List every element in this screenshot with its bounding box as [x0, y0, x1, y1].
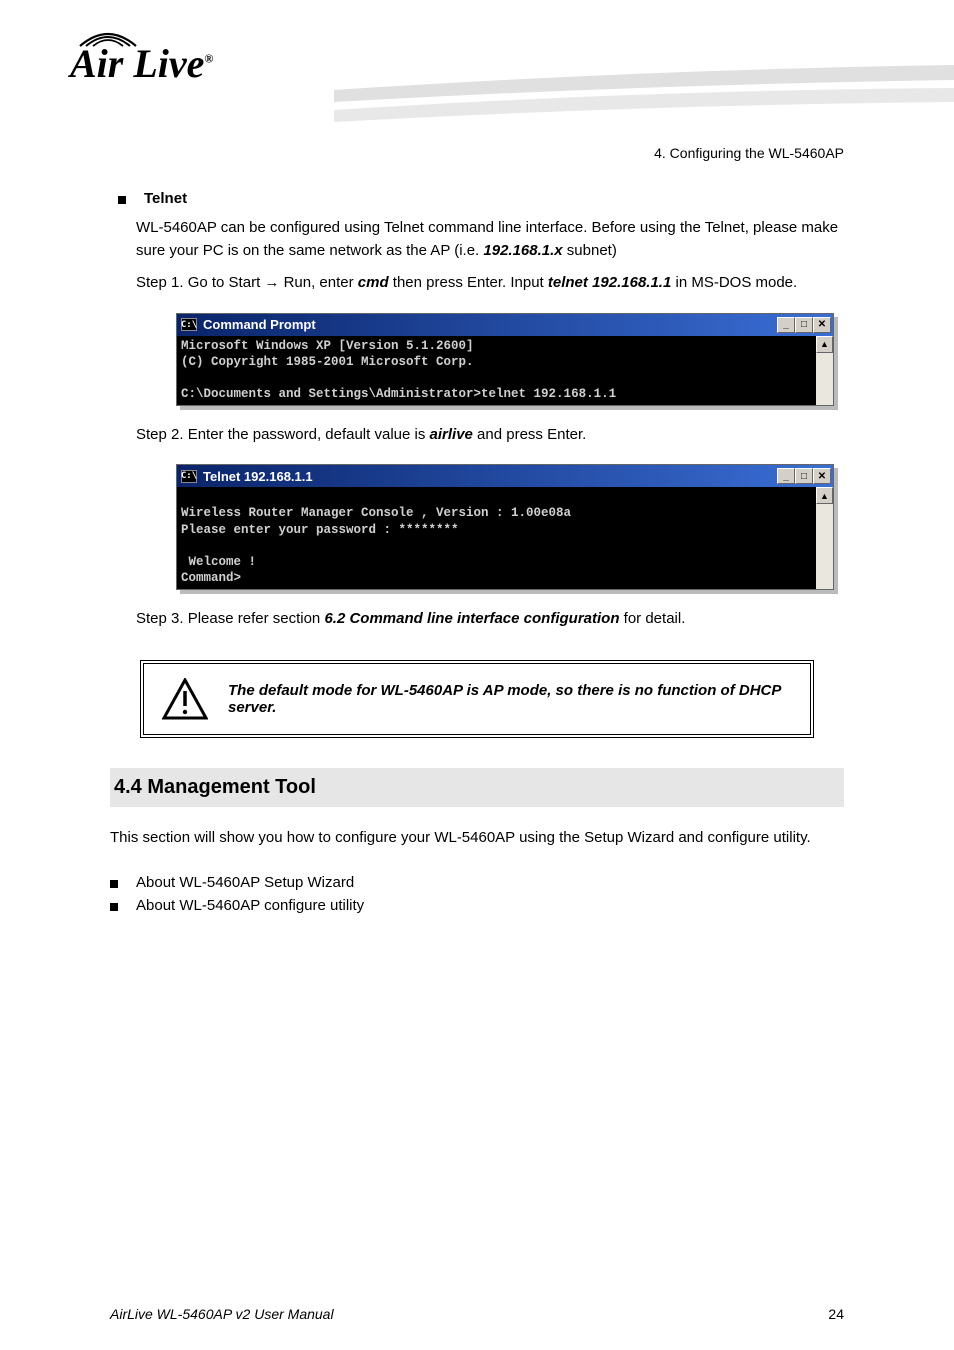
step-3: Step 3. Please refer section 6.2 Command… [136, 608, 844, 631]
close-button[interactable]: ✕ [813, 317, 831, 333]
minimize-button[interactable]: _ [777, 468, 795, 484]
bullet-label: About WL-5460AP configure utility [136, 897, 364, 914]
scroll-up-icon[interactable]: ▲ [816, 336, 833, 353]
bullet-telnet: Telnet [118, 190, 844, 207]
cmd-window-1: C:\ Command Prompt _ □ ✕ Microsoft Windo… [176, 313, 834, 406]
scroll-up-icon[interactable]: ▲ [816, 487, 833, 504]
cmd-output: Wireless Router Manager Console , Versio… [177, 487, 816, 589]
page-footer: AirLive WL-5460AP v2 User Manual 24 [0, 1306, 954, 1322]
page-content: Telnet WL-5460AP can be configured using… [0, 190, 954, 914]
airlive-logo: Air Live® [70, 40, 213, 87]
cmd-title: Command Prompt [203, 317, 777, 332]
warning-text: The default mode for WL-5460AP is AP mod… [228, 682, 792, 716]
section-heading: 4.4 Management Tool [110, 768, 844, 807]
warning-box: The default mode for WL-5460AP is AP mod… [140, 660, 814, 738]
page-number: 24 [828, 1306, 844, 1322]
telnet-intro: WL-5460AP can be configured using Telnet… [136, 217, 844, 262]
cmd-icon: C:\ [181, 318, 197, 331]
warning-triangle-icon [162, 678, 208, 720]
step-2: Step 2. Enter the password, default valu… [136, 424, 844, 447]
cmd-output: Microsoft Windows XP [Version 5.1.2600] … [177, 336, 816, 405]
bullet-config: About WL-5460AP configure utility [110, 897, 844, 914]
scrollbar[interactable]: ▲ [816, 336, 833, 405]
bullet-label: Telnet [144, 190, 187, 207]
header-swoosh [334, 60, 954, 140]
square-bullet-icon [110, 903, 118, 911]
maximize-button[interactable]: □ [795, 317, 813, 333]
cmd-title: Telnet 192.168.1.1 [203, 469, 777, 484]
cmd-titlebar[interactable]: C:\ Telnet 192.168.1.1 _ □ ✕ [177, 465, 833, 487]
minimize-button[interactable]: _ [777, 317, 795, 333]
step-1: Step 1. Go to Start → Run, enter cmd the… [136, 272, 844, 295]
maximize-button[interactable]: □ [795, 468, 813, 484]
square-bullet-icon [118, 196, 126, 204]
bullet-label: About WL-5460AP Setup Wizard [136, 874, 354, 891]
chapter-header: 4. Configuring the WL-5460AP [654, 145, 844, 161]
mgmt-intro: This section will show you how to config… [110, 827, 844, 850]
cmd-titlebar[interactable]: C:\ Command Prompt _ □ ✕ [177, 314, 833, 336]
bullet-wizard: About WL-5460AP Setup Wizard [110, 874, 844, 891]
page-header: Air Live® 4. Configuring the WL-5460AP [0, 0, 954, 140]
footer-title: AirLive WL-5460AP v2 User Manual [110, 1306, 334, 1322]
window-controls: _ □ ✕ [777, 317, 831, 333]
cmd-icon: C:\ [181, 470, 197, 483]
window-controls: _ □ ✕ [777, 468, 831, 484]
square-bullet-icon [110, 880, 118, 888]
close-button[interactable]: ✕ [813, 468, 831, 484]
scrollbar[interactable]: ▲ [816, 487, 833, 589]
cmd-window-2: C:\ Telnet 192.168.1.1 _ □ ✕ Wireless Ro… [176, 464, 834, 590]
